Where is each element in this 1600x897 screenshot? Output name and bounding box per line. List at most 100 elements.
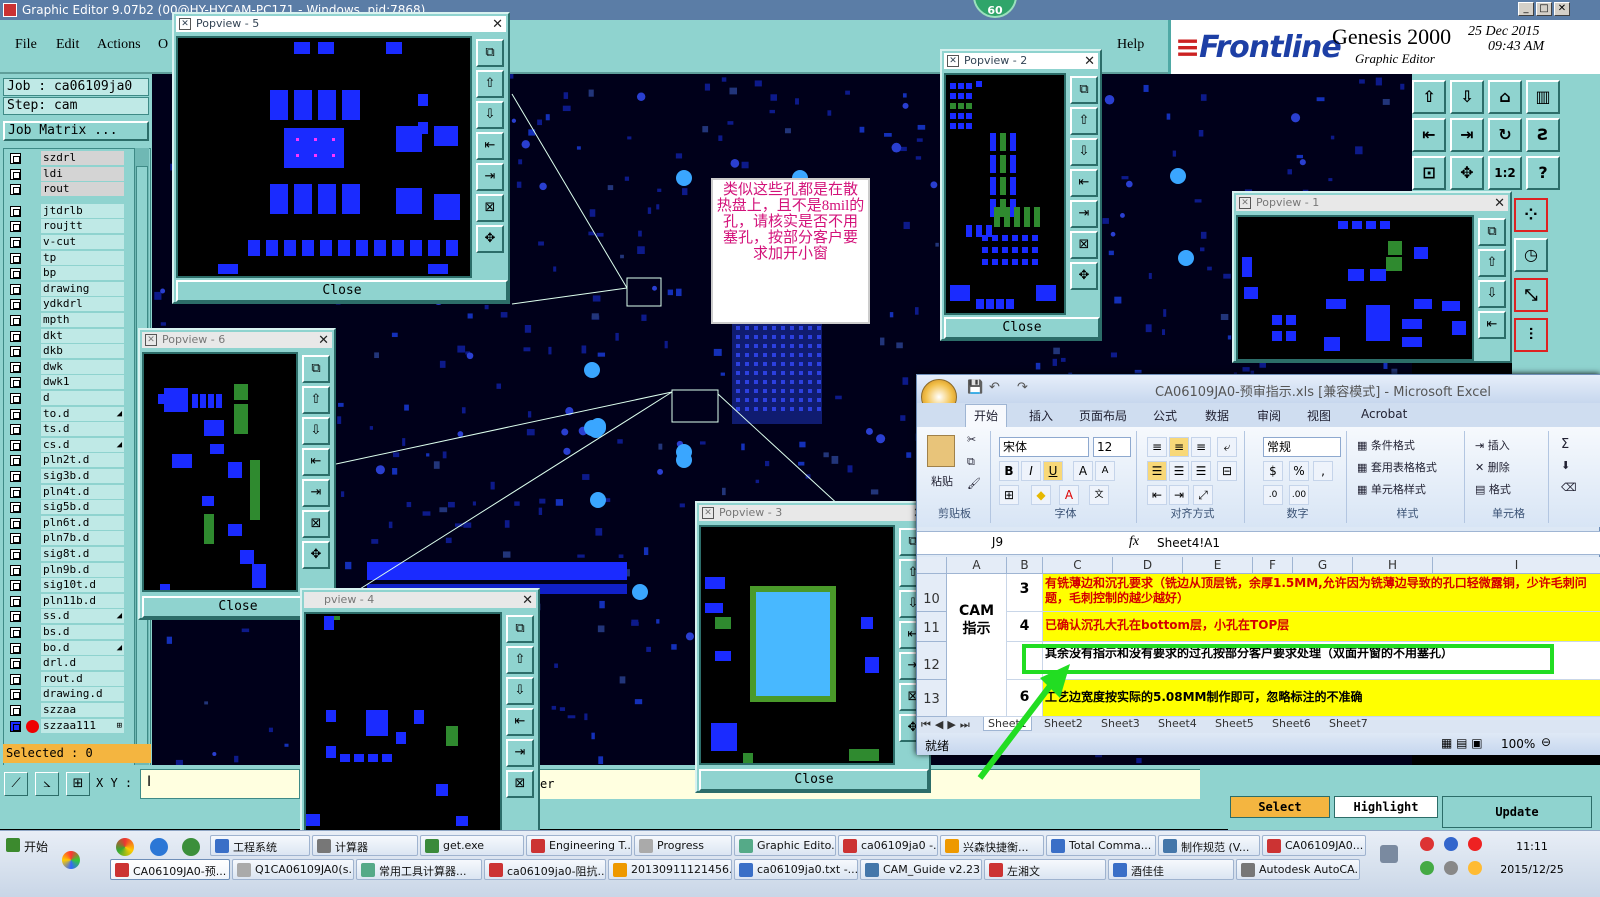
layer-row-d[interactable]: d: [4, 391, 124, 406]
layer-checkbox[interactable]: [10, 549, 21, 560]
column-header-E[interactable]: E: [1183, 557, 1253, 574]
ie-icon[interactable]: [150, 838, 168, 856]
taskbar-item[interactable]: Graphic Edito...: [734, 835, 836, 856]
layer-checkbox[interactable]: [10, 564, 21, 576]
layer-checkbox[interactable]: [10, 377, 21, 389]
center-icon[interactable]: ⊠: [476, 194, 504, 222]
layer-row-drawing.d[interactable]: drawing.d: [4, 687, 124, 702]
layer-checkbox[interactable]: [10, 252, 21, 264]
layer-row-pln7b.d[interactable]: pln7b.d: [4, 531, 124, 546]
step-icon[interactable]: Ƨ: [1526, 118, 1560, 152]
number-format-select[interactable]: 常规: [1263, 437, 1341, 457]
copy-icon[interactable]: ⧉: [967, 455, 975, 469]
popview-6-view[interactable]: [142, 352, 298, 600]
layer-checkbox[interactable]: [10, 205, 21, 217]
view-icons[interactable]: ▦ ▤ ▣: [1441, 736, 1483, 750]
layer-row-ts.d[interactable]: ts.d: [4, 422, 124, 437]
taskbar-item[interactable]: 制作规范 (V...: [1158, 835, 1260, 856]
layer-checkbox[interactable]: [10, 221, 21, 233]
menu-options[interactable]: O: [158, 37, 168, 53]
layer-checkbox[interactable]: [10, 502, 21, 514]
measure-icon[interactable]: ✥: [476, 225, 504, 253]
taskbar-item[interactable]: 左湘文: [984, 859, 1106, 880]
zoom-out-icon[interactable]: ⇩: [1478, 280, 1506, 308]
table-format-button[interactable]: ▦ 套用表格格式: [1357, 459, 1437, 475]
start-button[interactable]: 开始: [2, 835, 54, 856]
house-icon[interactable]: ⌂: [1488, 80, 1522, 114]
move-left-icon[interactable]: ⇤: [1412, 118, 1446, 152]
tab-data[interactable]: 数据: [1205, 407, 1229, 424]
paste-icon[interactable]: [927, 435, 955, 467]
menu-help[interactable]: Help: [1117, 37, 1144, 53]
wrap-text-icon[interactable]: ⤶: [1217, 437, 1237, 457]
paste-label[interactable]: 粘贴: [931, 473, 953, 489]
row-header-10[interactable]: 10: [917, 574, 947, 612]
popview-5-close-button[interactable]: Close: [176, 280, 508, 302]
column-header-C[interactable]: C: [1043, 557, 1113, 574]
flag-icon[interactable]: [1468, 861, 1482, 875]
insert-cells-button[interactable]: ⇥ 插入: [1475, 437, 1510, 453]
snap-icon[interactable]: ⟋: [4, 772, 28, 796]
layer-checkbox[interactable]: [10, 642, 21, 654]
layer-row-drl.d[interactable]: drl.d: [4, 656, 124, 671]
font-size-select[interactable]: 12: [1093, 437, 1131, 457]
layer-checkbox[interactable]: [10, 486, 21, 498]
column-header-I[interactable]: I: [1433, 557, 1600, 574]
popview-6-close-icon[interactable]: ✕: [318, 333, 329, 349]
close-button[interactable]: ✕: [1554, 2, 1570, 16]
fit-icon[interactable]: ⇥: [506, 739, 534, 767]
popview-1-view[interactable]: [1236, 215, 1474, 361]
taskbar-item[interactable]: 常用工具计算器...: [356, 859, 482, 880]
indent-increase-icon[interactable]: ⇥: [1169, 485, 1189, 505]
layer-row-dkb[interactable]: dkb: [4, 344, 124, 359]
grid-icon[interactable]: ⊞: [66, 772, 90, 796]
zoom-window-icon[interactable]: ⧉: [506, 615, 534, 643]
layer-checkbox[interactable]: [10, 439, 21, 451]
format-painter-icon[interactable]: 🖌: [967, 477, 981, 490]
layer-row-szdrl[interactable]: szdrl: [4, 151, 124, 166]
tray-blue-icon[interactable]: [1444, 837, 1458, 851]
maximize-button[interactable]: □: [1536, 2, 1552, 16]
layer-row-mpth[interactable]: mpth: [4, 313, 124, 328]
layer-checkbox[interactable]: [10, 627, 21, 638]
pan-icon[interactable]: ⇤: [302, 448, 330, 476]
currency-icon[interactable]: $: [1263, 461, 1283, 481]
measure-icon[interactable]: ⦣: [35, 772, 59, 796]
layer-row-roujtt[interactable]: roujtt: [4, 219, 124, 234]
layer-checkbox[interactable]: [10, 455, 21, 467]
percent-icon[interactable]: %: [1289, 461, 1309, 481]
increase-decimal-icon[interactable]: .0: [1263, 485, 1283, 505]
layer-checkbox[interactable]: [10, 315, 21, 326]
layer-row-pln2t.d[interactable]: pln2t.d: [4, 453, 124, 468]
align-top-icon[interactable]: ≡: [1147, 437, 1167, 457]
zoom-in-icon[interactable]: ⇧: [506, 646, 534, 674]
menu-edit[interactable]: Edit: [56, 37, 79, 53]
popview-5-view[interactable]: [176, 36, 472, 278]
layer-checkbox[interactable]: [10, 184, 21, 196]
layer-checkbox[interactable]: [10, 471, 21, 482]
shrink-font-button[interactable]: A: [1095, 461, 1115, 481]
quicklaunch-icon[interactable]: [182, 838, 200, 856]
pan-icon[interactable]: ⇤: [1070, 169, 1098, 197]
conditional-format-button[interactable]: ▦ 条件格式: [1357, 437, 1415, 453]
fit-icon[interactable]: ⇥: [1070, 200, 1098, 228]
instruction-row-6[interactable]: 工艺边宽度按实际的5.08MM制作即可，忽略标注的不准确: [1043, 680, 1600, 717]
popview-5-close-icon[interactable]: ✕: [492, 17, 503, 33]
weibo-icon[interactable]: [1468, 837, 1482, 851]
zoom-in-icon[interactable]: ⇧: [476, 70, 504, 98]
tray-red-icon[interactable]: [1420, 837, 1434, 851]
volume-icon[interactable]: [1444, 861, 1458, 875]
cut-icon[interactable]: ✂: [967, 433, 976, 446]
layer-row-to.d[interactable]: to.d ◢: [4, 406, 124, 422]
tab-insert[interactable]: 插入: [1029, 407, 1053, 424]
layer-row-dkt[interactable]: dkt: [4, 328, 124, 344]
snap-red-icon[interactable]: ⁘: [1514, 198, 1548, 232]
layer-row-szzaa111[interactable]: szzaa111 ⊞: [4, 718, 124, 734]
layer-row-drawing[interactable]: drawing: [4, 281, 124, 297]
sheet-nav-icons[interactable]: ⏮◀▶⏭: [921, 718, 974, 732]
taskbar-item[interactable]: 计算器: [312, 835, 418, 856]
home-up-icon[interactable]: ⇧: [1412, 80, 1446, 114]
align-middle-icon[interactable]: ≡: [1169, 437, 1189, 457]
layer-checkbox[interactable]: [10, 408, 21, 420]
layer-row-ldi[interactable]: ldi: [4, 166, 124, 182]
